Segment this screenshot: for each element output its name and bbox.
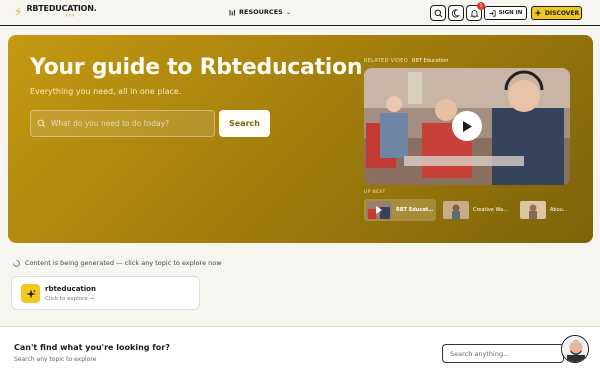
assistant-avatar[interactable] <box>561 335 589 363</box>
footer-title: Can't find what you're looking for? <box>14 343 170 352</box>
lightning-bolt-icon: ⚡ <box>14 5 23 19</box>
play-icon <box>463 120 472 132</box>
hero-title: Your guide to Rbteducation <box>30 55 363 80</box>
hero-subtitle: Everything you need, all in one place. <box>30 87 182 96</box>
related-video-label: RELATED VIDEO RBT Education <box>364 58 448 64</box>
theme-toggle-button[interactable] <box>448 5 464 21</box>
topic-explore-link[interactable]: Click to explore → <box>45 296 94 302</box>
resources-menu[interactable]: RESOURCES ⌄ <box>229 8 291 16</box>
sign-in-icon <box>489 9 496 17</box>
site-logo[interactable]: ⚡ RBTEDUCATION. ⚡⚡⚡ <box>14 4 97 19</box>
chevron-down-icon: ⌄ <box>285 8 291 16</box>
thumbnail-title: Creative Ways B... <box>473 207 511 213</box>
video-player[interactable] <box>364 68 570 185</box>
related-video-title: RBT Education <box>411 58 449 64</box>
sparkle-icon <box>534 9 542 17</box>
topic-icon <box>21 284 40 303</box>
footer-subtitle: Search any topic to explore <box>14 356 97 363</box>
search-button[interactable] <box>430 5 446 21</box>
search-icon <box>434 9 442 17</box>
hero-search-input[interactable] <box>51 119 206 128</box>
logo-sub-mark: ⚡⚡⚡ <box>64 13 75 19</box>
hero-search-field[interactable] <box>30 110 215 137</box>
sparkle-icon <box>26 289 36 298</box>
discover-button[interactable]: DISCOVER <box>531 6 582 20</box>
generation-status-text: Content is being generated — click any t… <box>25 259 222 267</box>
search-icon <box>37 119 46 128</box>
thumbnail-image <box>366 201 392 219</box>
related-video-heading: RELATED VIDEO <box>364 58 408 64</box>
footer-search-band: Can't find what you're looking for? Sear… <box>0 326 600 375</box>
thumbnail-title: RBT Education <box>396 207 434 213</box>
logo-text-block: RBTEDUCATION. ⚡⚡⚡ <box>26 4 96 19</box>
thumbnail-image <box>520 201 546 219</box>
sign-in-button[interactable]: SIGN IN <box>484 6 527 20</box>
logo-text: RBTEDUCATION. <box>26 4 97 13</box>
video-thumbnail-item[interactable]: Creative Ways B... <box>441 199 513 221</box>
hero-search-button[interactable]: Search <box>219 110 270 137</box>
sign-in-label: SIGN IN <box>498 10 523 16</box>
notifications-button[interactable]: 1 <box>466 2 485 21</box>
video-thumbnail-item[interactable]: Abou... <box>518 199 590 221</box>
up-next-label: UP NEXT <box>364 190 386 195</box>
generation-status: Content is being generated — click any t… <box>13 259 222 267</box>
thumbnail-image <box>443 201 469 219</box>
footer-search-input[interactable] <box>442 344 564 363</box>
bar-chart-icon <box>229 9 235 15</box>
moon-icon <box>451 8 460 17</box>
resources-label: RESOURCES <box>239 8 283 16</box>
video-thumbnail-item[interactable]: RBT Education <box>364 199 436 221</box>
loading-spinner-icon <box>13 259 20 267</box>
hero-banner: Your guide to Rbteducation Everything yo… <box>8 35 593 243</box>
topic-title: rbteducation <box>45 285 96 293</box>
top-navigation-bar: ⚡ RBTEDUCATION. ⚡⚡⚡ RESOURCES ⌄ 1 SIGN I… <box>0 0 600 26</box>
thumbnail-title: Abou... <box>550 207 568 213</box>
bell-icon <box>469 9 479 18</box>
play-button[interactable] <box>452 111 482 141</box>
topic-card[interactable]: rbteducation Click to explore → <box>11 276 200 310</box>
discover-label: DISCOVER <box>544 9 580 17</box>
video-thumbnail-list: RBT Education Creative Ways B... Abou... <box>364 199 593 221</box>
